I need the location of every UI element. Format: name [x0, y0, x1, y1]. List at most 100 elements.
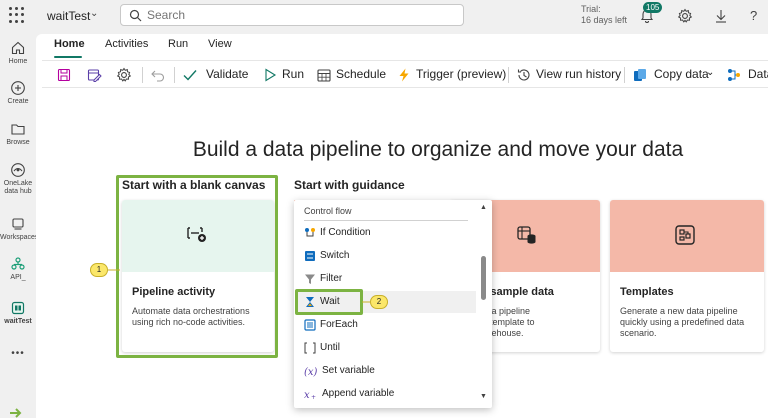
callout-badge: 2 — [370, 295, 388, 309]
if-condition-icon — [305, 228, 315, 237]
toolbar-divider — [624, 67, 625, 83]
calendar-icon — [317, 69, 331, 82]
dropdown-item-label: Append variable — [322, 388, 395, 399]
dropdown-item-label: Filter — [320, 273, 343, 284]
rail-item-api[interactable]: API_ — [0, 256, 36, 282]
rail-item-home[interactable]: Home — [0, 40, 36, 66]
scrollbar-thumb[interactable] — [481, 256, 486, 300]
tab-view[interactable]: View — [208, 38, 232, 50]
more-icon[interactable]: ••• — [0, 349, 36, 359]
highlight-box — [116, 175, 278, 358]
rail-label: Home — [8, 58, 28, 65]
rail-item-waittest[interactable]: waitTest — [0, 300, 36, 326]
card-banner — [610, 200, 764, 272]
rail-label: Workspaces — [0, 234, 39, 241]
svg-text:+: + — [311, 394, 316, 400]
api-icon — [11, 257, 25, 270]
rail-label: waitTest — [4, 318, 32, 325]
scroll-up-arrow-icon[interactable]: ▲ — [480, 204, 487, 211]
lightning-icon — [399, 68, 409, 82]
main-panel: Home Activities Run View Validate Run Sc… — [36, 34, 768, 418]
copy-data-icon — [634, 69, 646, 81]
rail-item-workspaces[interactable]: Workspaces — [0, 216, 39, 242]
dataflow-button[interactable]: Dataf — [748, 67, 768, 81]
dropdown-item-append-variable[interactable]: x + Append variable — [296, 383, 476, 405]
tab-run[interactable]: Run — [168, 38, 188, 50]
undo-icon[interactable] — [150, 67, 166, 83]
trigger-button[interactable]: Trigger (preview) — [416, 67, 506, 81]
rail-item-onelake[interactable]: OneLake data hub — [0, 162, 36, 196]
app-launcher-icon[interactable] — [9, 7, 25, 23]
search-icon — [129, 9, 142, 22]
chevron-down-icon[interactable]: ⌄ — [706, 67, 714, 78]
dropdown-section-header: Control flow — [304, 206, 352, 216]
dropdown-item-label: If Condition — [320, 227, 371, 238]
dropdown-item-if-condition[interactable]: If Condition — [296, 222, 476, 244]
tab-home[interactable]: Home — [54, 38, 85, 50]
toolbar-divider — [174, 67, 175, 83]
schedule-button[interactable]: Schedule — [336, 67, 386, 81]
dropdown-item-filter[interactable]: Filter — [296, 268, 476, 290]
save-icon[interactable] — [56, 67, 72, 83]
toolbar-divider — [508, 67, 509, 83]
tab-activities[interactable]: Activities — [105, 38, 148, 50]
dropdown-item-label: Until — [320, 342, 341, 353]
trial-label: Trial: — [581, 4, 601, 14]
left-nav-rail: Home Create Browse OneLake data hub Work… — [0, 32, 39, 418]
toolbar-divider — [142, 67, 143, 83]
browse-icon — [11, 124, 25, 135]
search-box[interactable] — [120, 4, 464, 26]
history-icon — [517, 69, 530, 81]
top-bar: waitTest ⌄ Trial: 16 days left 105 ? — [0, 0, 768, 32]
create-icon — [11, 81, 25, 95]
settings-icon[interactable] — [116, 67, 132, 83]
home-icon — [11, 41, 25, 55]
svg-text:(x): (x) — [304, 367, 318, 377]
rail-label: API_ — [10, 274, 26, 281]
dataflow-icon — [728, 69, 740, 81]
rail-label: Browse — [6, 139, 30, 146]
dropdown-divider — [304, 220, 468, 221]
copy-data-button[interactable]: Copy data — [654, 67, 709, 81]
gear-icon[interactable] — [677, 8, 693, 24]
rail-item-create[interactable]: Create — [0, 80, 36, 106]
dropdown-item-switch[interactable]: Switch — [296, 245, 476, 267]
scroll-down-arrow-icon[interactable]: ▼ — [480, 393, 487, 400]
callout-badge: 1 — [90, 263, 108, 277]
foreach-icon — [304, 319, 316, 331]
templates-icon — [675, 225, 695, 245]
onelake-icon — [11, 163, 25, 177]
dropdown-item-set-variable[interactable]: (x) Set variable — [296, 360, 476, 382]
trial-status: Trial: 16 days left — [581, 4, 627, 26]
chevron-down-icon[interactable]: ⌄ — [90, 8, 98, 19]
table-database-icon — [517, 226, 536, 244]
help-icon[interactable]: ? — [750, 8, 766, 24]
checkmark-icon — [183, 70, 197, 81]
active-tab-indicator — [54, 56, 82, 58]
rail-label-line2: data hub — [4, 188, 32, 195]
validate-button[interactable]: Validate — [206, 67, 248, 81]
callout-connector — [108, 269, 120, 271]
workspace-name[interactable]: waitTest — [47, 9, 90, 23]
rail-label-line1: OneLake — [3, 180, 33, 187]
download-icon[interactable] — [713, 8, 729, 24]
callout-connector — [362, 301, 370, 303]
run-button[interactable]: Run — [282, 67, 304, 81]
templates-card[interactable]: Templates Generate a new data pipeline q… — [610, 200, 764, 352]
card-title: Templates — [620, 286, 674, 298]
view-run-history-button[interactable]: View run history — [536, 67, 621, 81]
dropdown-item-foreach[interactable]: ForEach — [296, 314, 476, 336]
svg-text:x: x — [304, 390, 310, 400]
filter-icon — [305, 274, 315, 284]
until-icon — [304, 342, 316, 354]
page-headline: Build a data pipeline to organize and mo… — [192, 138, 684, 161]
edit-schedule-icon[interactable] — [86, 67, 102, 83]
rail-item-browse[interactable]: Browse — [0, 121, 36, 147]
card-description: Generate a new data pipeline quickly usi… — [620, 306, 745, 338]
search-input[interactable] — [147, 7, 447, 23]
arrow-right-icon[interactable] — [10, 408, 24, 418]
play-icon — [265, 68, 277, 82]
dropdown-item-label: Set variable — [322, 365, 375, 376]
pipeline-icon — [11, 301, 25, 315]
dropdown-item-until[interactable]: Until — [296, 337, 476, 359]
